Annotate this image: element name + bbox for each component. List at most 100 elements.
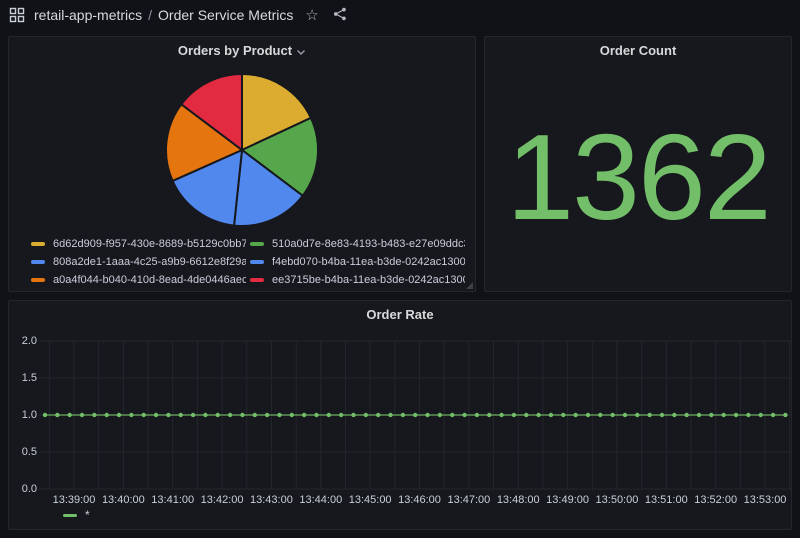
rate-series-point xyxy=(364,413,368,417)
rate-series-point xyxy=(314,413,318,417)
stat-value-container: 1362 xyxy=(485,63,791,291)
pie-legend-item[interactable]: 808a2de1-1aaa-4c25-a9b9-6612e8f29a38 xyxy=(31,253,246,271)
rate-series-point xyxy=(561,413,565,417)
x-axis-label: 13:52:00 xyxy=(688,494,744,506)
rate-series-point xyxy=(672,413,676,417)
rate-series-point xyxy=(536,413,540,417)
panel-title-text: Order Count xyxy=(600,43,677,58)
pie-legend-label: ee3715be-b4ba-11ea-b3de-0242ac130004 xyxy=(272,274,465,286)
x-axis-label: 13:41:00 xyxy=(145,494,201,506)
rate-series-point xyxy=(610,413,614,417)
star-dashboard-button[interactable]: ☆ xyxy=(305,8,318,23)
pie-legend-label: a0a4f044-b040-410d-8ead-4de0446aec7e xyxy=(53,274,246,286)
rate-series-point xyxy=(722,413,726,417)
pie-legend-item[interactable]: 510a0d7e-8e83-4193-b483-e27e09ddc34d xyxy=(250,235,465,253)
rate-series-point xyxy=(191,413,195,417)
rate-series-point xyxy=(80,413,84,417)
pie-legend-item[interactable]: ee3715be-b4ba-11ea-b3de-0242ac130004 xyxy=(250,271,465,289)
y-axis-label: 0.5 xyxy=(9,446,37,458)
rate-series-point xyxy=(339,413,343,417)
dashboards-grid-icon[interactable] xyxy=(9,7,25,23)
x-axis-label: 13:39:00 xyxy=(46,494,102,506)
x-axis-label: 13:45:00 xyxy=(342,494,398,506)
rate-series-point xyxy=(635,413,639,417)
panel-resize-handle[interactable] xyxy=(466,282,473,289)
rate-series-point xyxy=(759,413,763,417)
legend-color-marker xyxy=(31,278,45,282)
rate-series-point xyxy=(647,413,651,417)
top-navbar: retail-app-metrics / Order Service Metri… xyxy=(0,0,800,30)
rate-series-point xyxy=(154,413,158,417)
rate-series-point xyxy=(586,413,590,417)
share-dashboard-button[interactable] xyxy=(333,7,347,24)
rate-series-point xyxy=(512,413,516,417)
panel-title-order-count[interactable]: Order Count xyxy=(485,37,791,63)
rate-series-point xyxy=(487,413,491,417)
rate-legend-marker xyxy=(63,514,77,517)
rate-series-point xyxy=(598,413,602,417)
rate-series-point xyxy=(771,413,775,417)
rate-series-point xyxy=(179,413,183,417)
x-axis-label: 13:47:00 xyxy=(441,494,497,506)
stat-value: 1362 xyxy=(506,116,769,238)
legend-color-marker xyxy=(250,278,264,282)
x-axis-label: 13:40:00 xyxy=(95,494,151,506)
rate-series-point xyxy=(425,413,429,417)
rate-series-point xyxy=(388,413,392,417)
rate-series-point xyxy=(105,413,109,417)
rate-series-point xyxy=(524,413,528,417)
rate-legend[interactable]: * xyxy=(63,508,90,522)
x-axis-label: 13:51:00 xyxy=(638,494,694,506)
rate-series-point xyxy=(660,413,664,417)
rate-series-point xyxy=(549,413,553,417)
legend-color-marker xyxy=(250,242,264,246)
rate-series-point xyxy=(203,413,207,417)
x-axis-label: 13:48:00 xyxy=(490,494,546,506)
legend-color-marker xyxy=(250,260,264,264)
rate-series-point xyxy=(376,413,380,417)
pie-legend: 6d62d909-f957-430e-8689-b5129c0bb75e510a… xyxy=(31,235,465,289)
rate-series-point xyxy=(302,413,306,417)
panel-title-orders-by-product[interactable]: Orders by Product xyxy=(9,37,475,63)
rate-series-point xyxy=(684,413,688,417)
rate-series-point xyxy=(142,413,146,417)
grafana-dashboard: retail-app-metrics / Order Service Metri… xyxy=(0,0,800,538)
rate-series-point xyxy=(697,413,701,417)
chevron-down-icon xyxy=(296,44,306,59)
time-series-chart: * 0.00.51.01.52.013:39:0013:40:0013:41:0… xyxy=(9,301,791,529)
rate-series-point xyxy=(290,413,294,417)
rate-plot-area[interactable] xyxy=(39,335,791,495)
breadcrumb-page-title[interactable]: Order Service Metrics xyxy=(158,7,293,23)
y-axis-label: 1.0 xyxy=(9,409,37,421)
panel-order-rate: Order Rate * 0.00.51.01.52.013:39:0013:4… xyxy=(8,300,792,530)
panel-orders-by-product: Orders by Product 6d62d909-f957-430e-868… xyxy=(8,36,476,292)
rate-series-point xyxy=(734,413,738,417)
panel-order-count: Order Count 1362 xyxy=(484,36,792,292)
rate-series-point xyxy=(573,413,577,417)
x-axis-label: 13:53:00 xyxy=(737,494,793,506)
breadcrumb-dashboard-link[interactable]: retail-app-metrics xyxy=(34,7,142,23)
x-axis-label: 13:46:00 xyxy=(392,494,448,506)
rate-series-point xyxy=(129,413,133,417)
rate-series-point xyxy=(623,413,627,417)
pie-legend-item[interactable]: f4ebd070-b4ba-11ea-b3de-0242ac130004 xyxy=(250,253,465,271)
pie-chart[interactable] xyxy=(163,71,321,229)
rate-series-point xyxy=(67,413,71,417)
x-axis-label: 13:44:00 xyxy=(293,494,349,506)
star-icon: ☆ xyxy=(305,8,318,23)
rate-series-point xyxy=(462,413,466,417)
x-axis-label: 13:43:00 xyxy=(243,494,299,506)
rate-series-point xyxy=(413,413,417,417)
y-axis-label: 2.0 xyxy=(9,335,37,347)
rate-series-point xyxy=(475,413,479,417)
legend-color-marker xyxy=(31,260,45,264)
breadcrumb: retail-app-metrics / Order Service Metri… xyxy=(34,7,293,23)
pie-legend-label: f4ebd070-b4ba-11ea-b3de-0242ac130004 xyxy=(272,256,465,268)
rate-series-point xyxy=(709,413,713,417)
pie-legend-item[interactable]: a0a4f044-b040-410d-8ead-4de0446aec7e xyxy=(31,271,246,289)
pie-legend-item[interactable]: 6d62d909-f957-430e-8689-b5129c0bb75e xyxy=(31,235,246,253)
rate-series-point xyxy=(438,413,442,417)
rate-series-point xyxy=(277,413,281,417)
x-axis-label: 13:49:00 xyxy=(540,494,596,506)
rate-series-point xyxy=(55,413,59,417)
